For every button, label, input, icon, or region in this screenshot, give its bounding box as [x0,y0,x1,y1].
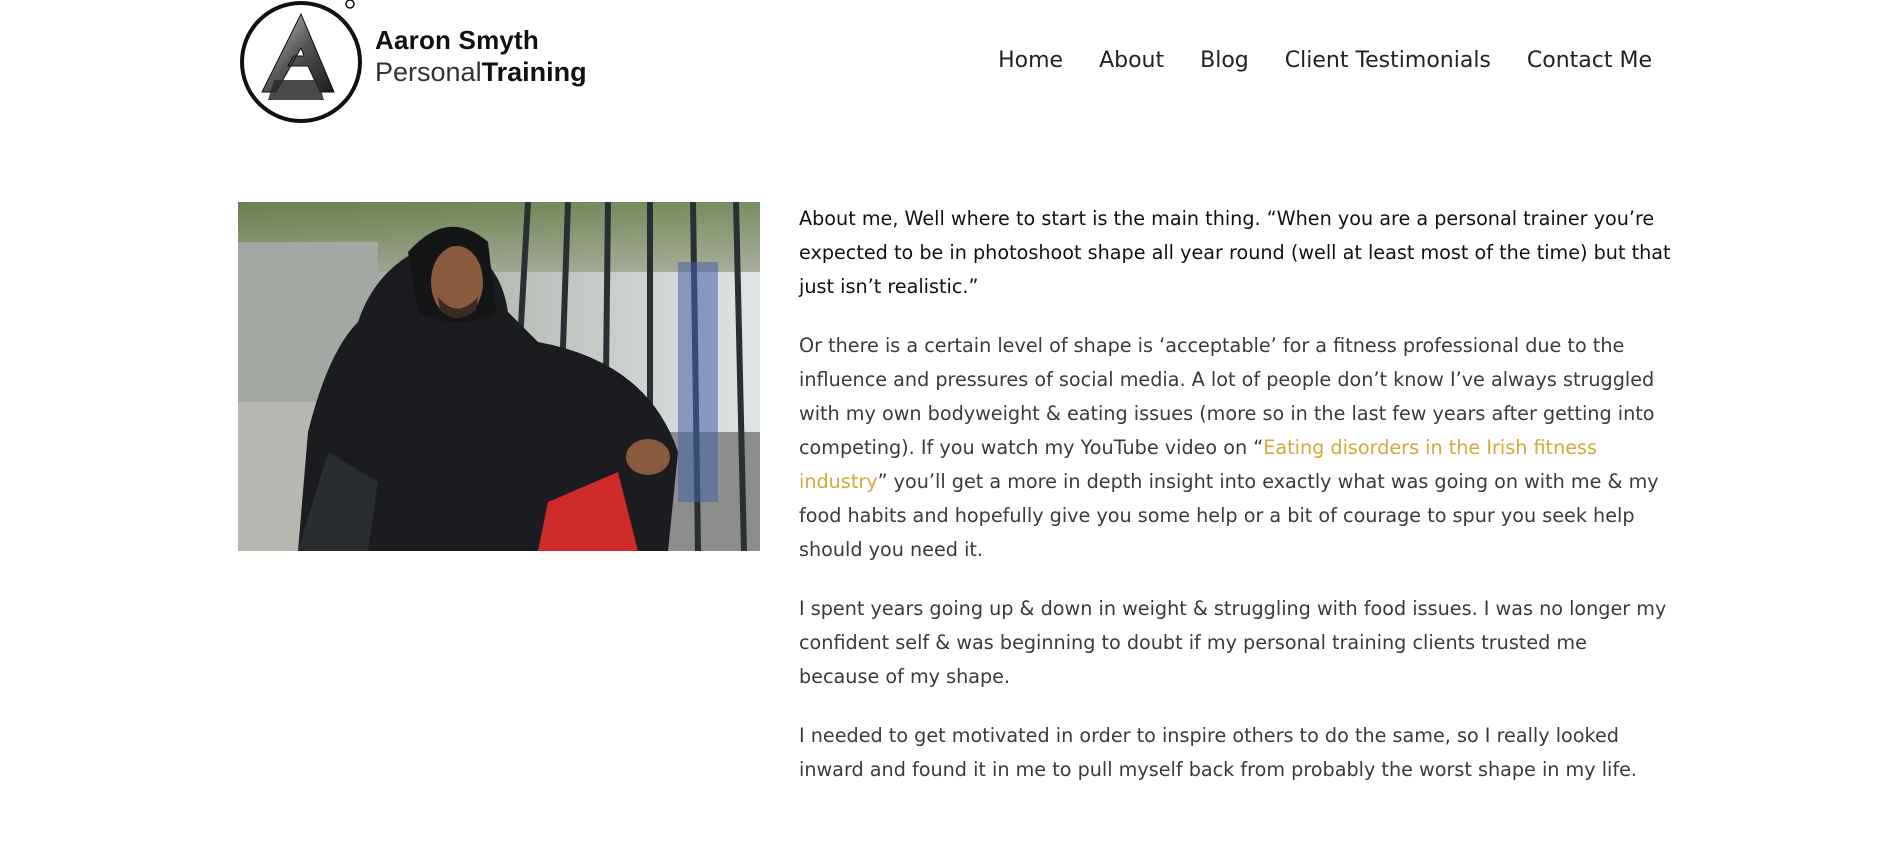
brand-name: Aaron Smyth [375,25,540,55]
brand-subtitle-light: Personal [375,57,482,87]
trainer-portrait-image [238,202,760,551]
about-paragraph-2: Or there is a certain level of shape is … [799,329,1671,567]
nav-about[interactable]: About [1099,46,1164,76]
about-paragraph-4: I needed to get motivated in order to in… [799,724,1638,781]
site-header: Aaron Smyth PersonalTraining Home About … [0,0,1882,130]
nav-client-testimonials[interactable]: Client Testimonials [1285,46,1491,76]
main-nav: Home About Blog Client Testimonials Cont… [998,46,1652,76]
logo-icon [240,0,362,123]
about-lead-paragraph: About me, Well where to start is the mai… [799,207,1671,298]
nav-blog[interactable]: Blog [1200,46,1249,76]
about-paragraph-2-end: ” you’ll get a more in depth insight int… [799,470,1659,561]
about-content: About me, Well where to start is the mai… [799,202,1671,812]
brand-subtitle: PersonalTraining [375,56,587,88]
nav-home[interactable]: Home [998,46,1063,76]
brand-subtitle-bold: Training [481,57,587,87]
about-paragraph-3: I spent years going up & down in weight … [799,597,1667,688]
logo-wordmark: Aaron Smyth PersonalTraining [375,24,587,88]
about-photo [238,202,760,551]
nav-contact-me[interactable]: Contact Me [1527,46,1652,76]
brand-logo[interactable]: Aaron Smyth PersonalTraining [238,0,587,124]
